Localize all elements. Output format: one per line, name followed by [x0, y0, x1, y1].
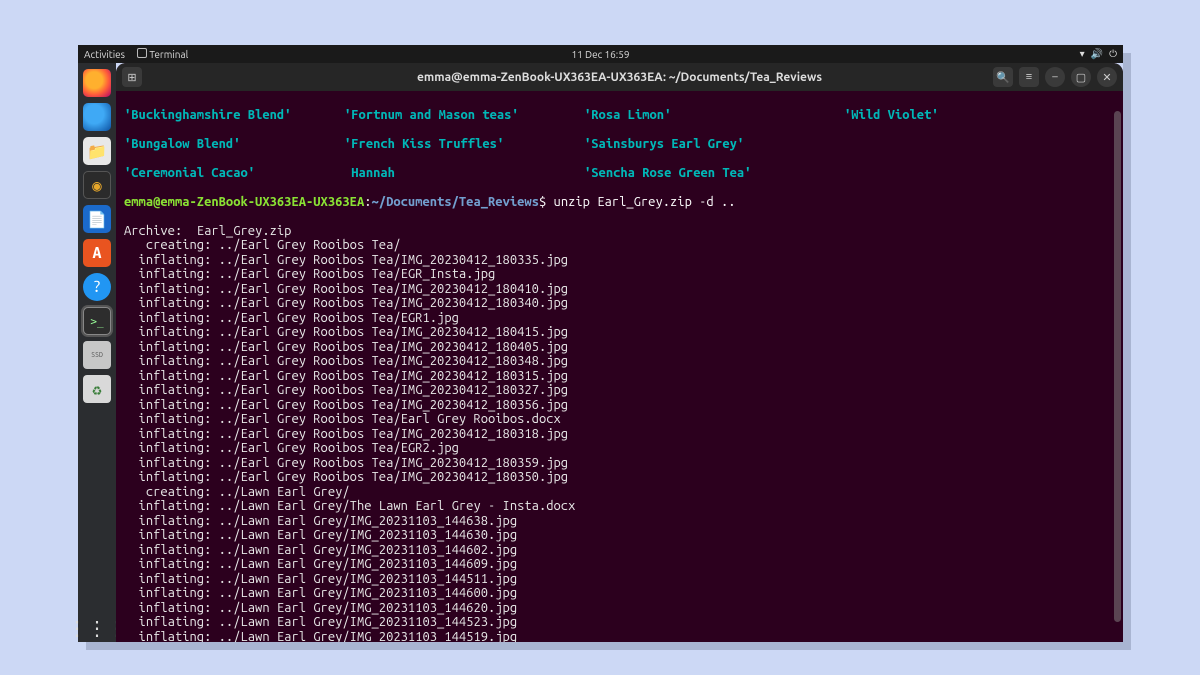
help-icon[interactable]: ? [83, 273, 111, 301]
ls-entry: 'Wild Violet' [844, 108, 1004, 123]
ls-entry: 'Rosa Limon' [584, 108, 844, 123]
output-line: inflating: ../Earl Grey Rooibos Tea/IMG_… [124, 470, 1115, 485]
maximize-button[interactable]: ▢ [1071, 67, 1091, 87]
software-icon[interactable]: A [83, 239, 111, 267]
terminal-body[interactable]: 'Buckinghamshire Blend''Fortnum and Maso… [116, 91, 1123, 642]
ls-entry: 'Buckinghamshire Blend' [124, 108, 344, 123]
thunderbird-icon[interactable] [83, 103, 111, 131]
output-line: inflating: ../Earl Grey Rooibos Tea/IMG_… [124, 427, 1115, 442]
window-title: emma@emma-ZenBook-UX363EA-UX363EA: ~/Doc… [417, 71, 822, 84]
output-line: inflating: ../Lawn Earl Grey/IMG_2023110… [124, 514, 1115, 529]
terminal-app-indicator[interactable]: Terminal [137, 48, 188, 60]
output-line: inflating: ../Lawn Earl Grey/IMG_2023110… [124, 543, 1115, 558]
output-line: inflating: ../Lawn Earl Grey/IMG_2023110… [124, 601, 1115, 616]
ls-entry: 'Bungalow Blend' [124, 137, 344, 152]
writer-icon[interactable]: 📄 [83, 205, 111, 233]
titlebar: ⊞ emma@emma-ZenBook-UX363EA-UX363EA: ~/D… [116, 63, 1123, 91]
minimize-button[interactable]: – [1045, 67, 1065, 87]
firefox-icon[interactable] [83, 69, 111, 97]
prompt-line: emma@emma-ZenBook-UX363EA-UX363EA:~/Docu… [124, 195, 1115, 210]
output-line: inflating: ../Earl Grey Rooibos Tea/IMG_… [124, 253, 1115, 268]
output-line: inflating: ../Earl Grey Rooibos Tea/EGR_… [124, 267, 1115, 282]
output-line: inflating: ../Earl Grey Rooibos Tea/IMG_… [124, 282, 1115, 297]
output-line: inflating: ../Lawn Earl Grey/IMG_2023110… [124, 572, 1115, 587]
output-line: Archive: Earl_Grey.zip [124, 224, 1115, 239]
output-line: inflating: ../Lawn Earl Grey/IMG_2023110… [124, 615, 1115, 630]
ls-entry: 'Sainsburys Earl Grey' [584, 137, 844, 152]
disk-icon[interactable]: SSD [83, 341, 111, 369]
output-line: inflating: ../Lawn Earl Grey/IMG_2023110… [124, 528, 1115, 543]
ls-entry: 'Sencha Rose Green Tea' [584, 166, 844, 181]
scrollbar[interactable] [1114, 111, 1121, 622]
ls-entry [844, 137, 1004, 152]
trash-icon[interactable]: ♻ [83, 375, 111, 403]
ls-entry: 'Ceremonial Cacao' [124, 166, 344, 181]
rhythmbox-icon[interactable]: ◉ [83, 171, 111, 199]
output-line: inflating: ../Earl Grey Rooibos Tea/IMG_… [124, 354, 1115, 369]
gnome-top-panel: Activities Terminal 11 Dec 16:59 ▾ 🔊 ⏻ [78, 45, 1123, 63]
network-icon[interactable]: ▾ [1080, 48, 1085, 60]
output-line: inflating: ../Earl Grey Rooibos Tea/IMG_… [124, 369, 1115, 384]
hamburger-menu-button[interactable]: ≡ [1019, 67, 1039, 87]
output-line: inflating: ../Earl Grey Rooibos Tea/IMG_… [124, 340, 1115, 355]
files-icon[interactable]: 📁 [83, 137, 111, 165]
terminal-icon[interactable]: >_ [83, 307, 111, 335]
clock[interactable]: 11 Dec 16:59 [571, 49, 629, 60]
volume-icon[interactable]: 🔊 [1091, 48, 1103, 60]
command-text: unzip Earl_Grey.zip -d .. [554, 195, 736, 209]
output-line: inflating: ../Earl Grey Rooibos Tea/IMG_… [124, 383, 1115, 398]
activities-button[interactable]: Activities [84, 49, 125, 60]
output-line: inflating: ../Lawn Earl Grey/The Lawn Ea… [124, 499, 1115, 514]
output-line: inflating: ../Lawn Earl Grey/IMG_2023110… [124, 586, 1115, 601]
power-icon[interactable]: ⏻ [1109, 48, 1117, 60]
terminal-window: ⊞ emma@emma-ZenBook-UX363EA-UX363EA: ~/D… [116, 63, 1123, 642]
command-output: Archive: Earl_Grey.zip creating: ../Earl… [124, 224, 1115, 643]
output-line: inflating: ../Earl Grey Rooibos Tea/IMG_… [124, 456, 1115, 471]
output-line: inflating: ../Earl Grey Rooibos Tea/IMG_… [124, 325, 1115, 340]
output-line: inflating: ../Earl Grey Rooibos Tea/IMG_… [124, 398, 1115, 413]
ls-entry: 'French Kiss Truffles' [344, 137, 584, 152]
ls-entry: 'Fortnum and Mason teas' [344, 108, 584, 123]
show-apps-icon[interactable]: ⋮⋮⋮ [83, 614, 111, 642]
ubuntu-dock: 📁 ◉ 📄 A ? >_ SSD ♻ ⋮⋮⋮ [78, 63, 116, 642]
output-line: inflating: ../Earl Grey Rooibos Tea/EGR2… [124, 441, 1115, 456]
new-tab-button[interactable]: ⊞ [122, 67, 142, 87]
close-button[interactable]: ✕ [1097, 67, 1117, 87]
output-line: inflating: ../Earl Grey Rooibos Tea/Earl… [124, 412, 1115, 427]
output-line: inflating: ../Lawn Earl Grey/IMG_2023110… [124, 630, 1115, 643]
output-line: inflating: ../Earl Grey Rooibos Tea/EGR1… [124, 311, 1115, 326]
ls-entry [844, 166, 1004, 181]
output-line: creating: ../Lawn Earl Grey/ [124, 485, 1115, 500]
output-line: inflating: ../Lawn Earl Grey/IMG_2023110… [124, 557, 1115, 572]
ls-entry: Hannah [344, 166, 584, 181]
output-line: creating: ../Earl Grey Rooibos Tea/ [124, 238, 1115, 253]
output-line: inflating: ../Earl Grey Rooibos Tea/IMG_… [124, 296, 1115, 311]
search-button[interactable]: 🔍 [993, 67, 1013, 87]
